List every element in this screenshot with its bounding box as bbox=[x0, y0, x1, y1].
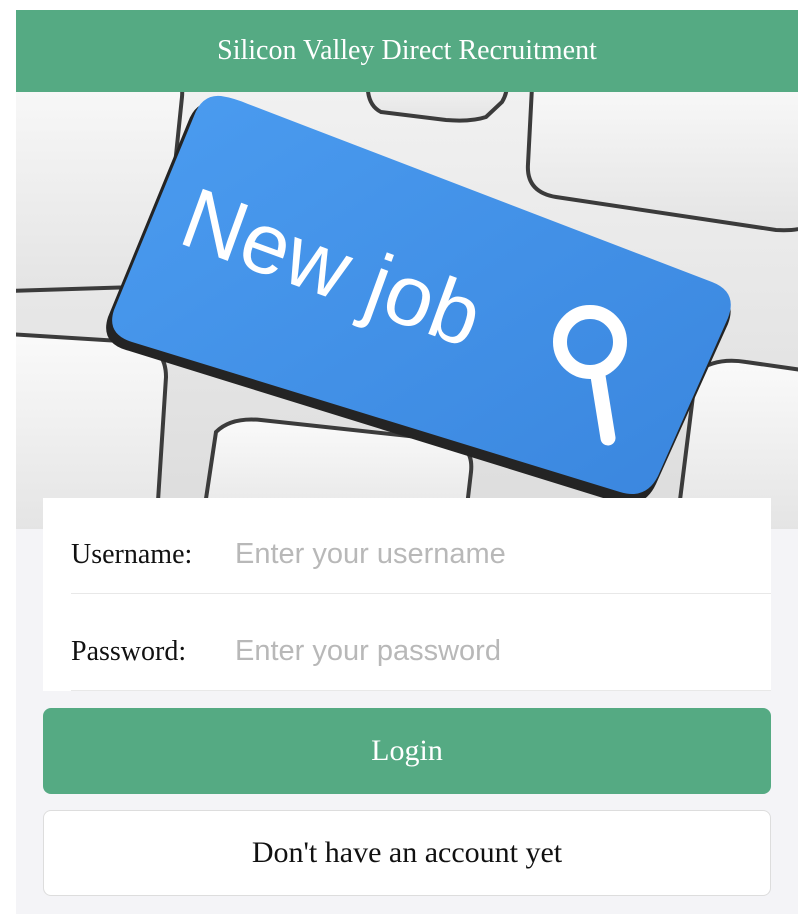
login-form: Username: Password: bbox=[43, 498, 771, 691]
hero-image: New job bbox=[16, 92, 798, 529]
password-input[interactable] bbox=[235, 631, 755, 671]
password-label: Password: bbox=[71, 636, 187, 667]
app-frame: Silicon Valley Direct Recruitment New jo… bbox=[16, 10, 798, 914]
keyboard-illustration: New job bbox=[16, 92, 798, 529]
login-button[interactable]: Login bbox=[43, 708, 771, 794]
register-button[interactable]: Don't have an account yet bbox=[43, 810, 771, 896]
username-row: Username: bbox=[71, 498, 771, 594]
navbar: Silicon Valley Direct Recruitment bbox=[16, 10, 798, 92]
username-label: Username: bbox=[71, 539, 193, 570]
username-input[interactable] bbox=[235, 534, 755, 574]
page-title: Silicon Valley Direct Recruitment bbox=[217, 35, 597, 66]
password-row: Password: bbox=[71, 595, 771, 691]
